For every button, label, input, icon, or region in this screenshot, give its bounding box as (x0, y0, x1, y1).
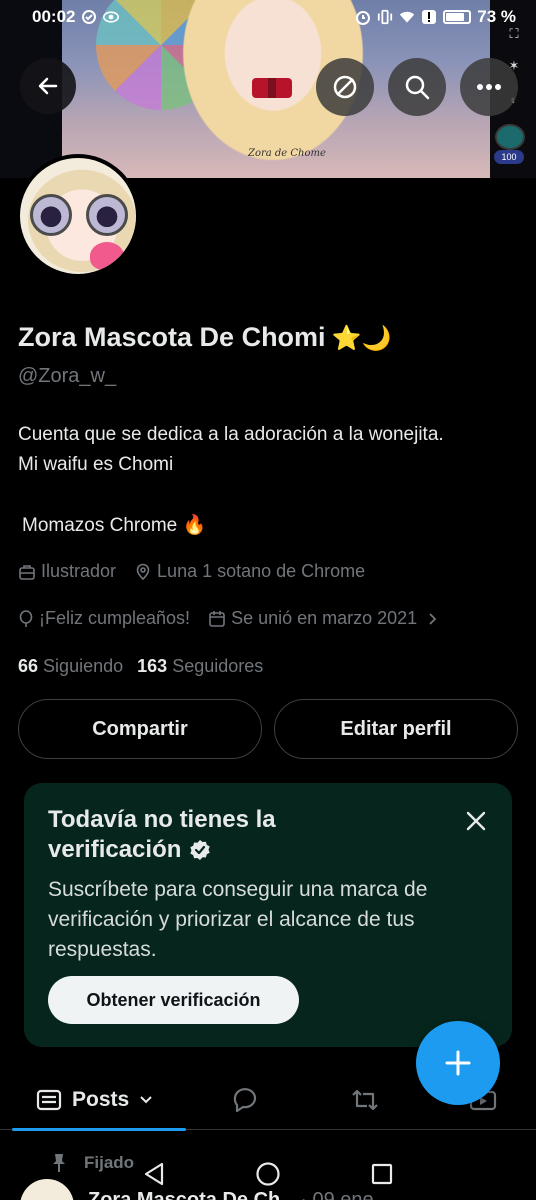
eye-icon (103, 9, 120, 25)
sidebar-badge: 100 (494, 150, 524, 164)
profile-meta-row-1: Ilustrador Luna 1 sotano de Chrome (18, 561, 377, 582)
follow-stats: 66 Siguiendo 163 Seguidores (18, 656, 263, 677)
briefcase-icon (19, 564, 35, 580)
profile-name-text: Zora Mascota De Chomi (18, 322, 326, 352)
back-button[interactable] (20, 58, 76, 114)
alert-icon (421, 9, 437, 25)
profile-handle: @Zora_w_ (18, 365, 117, 387)
data-saver-icon (81, 9, 97, 25)
share-button[interactable]: Compartir (18, 699, 262, 759)
plus-icon (445, 1050, 471, 1076)
banner-signature: Zora de Chome (248, 148, 326, 159)
chevron-down-icon (140, 1096, 152, 1104)
location-pin-icon (136, 563, 150, 580)
profile-birthday: ¡Feliz cumpleaños! (18, 608, 190, 629)
avatar-glasses-left (30, 194, 72, 236)
profile-name-emoji: ⭐🌙 (331, 325, 392, 352)
followers-count: 163 (137, 656, 168, 676)
edit-profile-button[interactable]: Editar perfil (274, 699, 518, 759)
system-home-button[interactable] (254, 1160, 282, 1188)
search-icon (405, 75, 430, 100)
banner-bow (252, 78, 292, 98)
profile-birthday-label: ¡Feliz cumpleaños! (39, 608, 191, 628)
calendar-icon (209, 610, 225, 627)
profile-location: Luna 1 sotano de Chrome (134, 561, 365, 582)
avatar-heart (90, 242, 124, 270)
followers-label: Seguidores (172, 656, 264, 676)
profile-bio: Cuenta que se dedica a la adoración a la… (18, 420, 518, 480)
profile-meta-row-2[interactable]: ¡Feliz cumpleaños! Se unió en marzo 2021 (18, 608, 450, 629)
verification-title: Todavía no tienes la verificación (48, 805, 448, 865)
profile-name: Zora Mascota De Chomi ⭐🌙 (18, 322, 391, 353)
verification-title-line-2: verificación (48, 836, 182, 863)
profile-job: Ilustrador (18, 561, 116, 582)
battery-percent: 73 % (477, 7, 516, 26)
triangle-back-icon (144, 1162, 164, 1186)
system-back-button[interactable] (140, 1160, 168, 1188)
verification-body: Suscríbete para conseguir una marca de v… (48, 878, 428, 961)
search-button[interactable] (388, 58, 446, 116)
compose-button[interactable] (416, 1021, 500, 1105)
verified-badge-icon (190, 840, 211, 860)
get-verified-button[interactable]: Obtener verificación (48, 976, 299, 1024)
status-bar: 00:02 73 % (0, 0, 536, 34)
vibrate-icon (377, 9, 393, 25)
wifi-icon (399, 9, 415, 25)
chevron-right-icon (429, 612, 437, 625)
status-time: 00:02 (32, 7, 76, 26)
square-recents-icon (371, 1163, 393, 1185)
tab-posts[interactable]: Posts (36, 1078, 153, 1122)
bio-line-3: Momazos Chrome 🔥 (22, 515, 207, 536)
circle-home-icon (256, 1162, 280, 1186)
avatar-glasses-right (86, 194, 128, 236)
tab-reposts[interactable] (350, 1078, 380, 1122)
profile-joined-label: Se unió en marzo 2021 (231, 608, 418, 628)
reply-icon (233, 1088, 257, 1113)
system-navigation-bar (0, 1140, 536, 1200)
data-saver-icon (333, 75, 357, 99)
following-label: Siguiendo (43, 656, 124, 676)
back-arrow-icon (38, 77, 58, 95)
more-button[interactable] (460, 58, 518, 116)
profile-location-label: Luna 1 sotano de Chrome (157, 561, 366, 581)
balloon-icon (19, 609, 33, 627)
system-recents-button[interactable] (368, 1160, 396, 1188)
bio-line-1: Cuenta que se dedica a la adoración a la… (18, 424, 444, 445)
followers-link[interactable]: 163 Seguidores (137, 656, 263, 677)
bio-line-2: Mi waifu es Chomi (18, 454, 174, 475)
alarm-icon (355, 9, 371, 25)
verification-title-line-1: Todavía no tienes la (48, 806, 276, 833)
sidebar-avatar (495, 124, 525, 150)
profile-joined: Se unió en marzo 2021 (208, 608, 438, 629)
data-saver-button[interactable] (316, 58, 374, 116)
following-count: 66 (18, 656, 39, 676)
profile-job-label: Ilustrador (41, 561, 117, 581)
posts-icon (36, 1089, 62, 1111)
verification-card: Todavía no tienes la verificación Suscrí… (24, 783, 512, 1047)
tab-replies[interactable] (230, 1078, 260, 1122)
close-icon (466, 811, 486, 831)
repost-icon (352, 1089, 378, 1111)
more-icon (477, 84, 501, 90)
profile-avatar[interactable] (16, 154, 140, 278)
tab-active-indicator (12, 1128, 186, 1131)
close-button[interactable] (462, 807, 490, 835)
battery-icon (443, 10, 472, 24)
following-link[interactable]: 66 Siguiendo (18, 656, 123, 677)
tab-posts-label: Posts (72, 1088, 130, 1111)
